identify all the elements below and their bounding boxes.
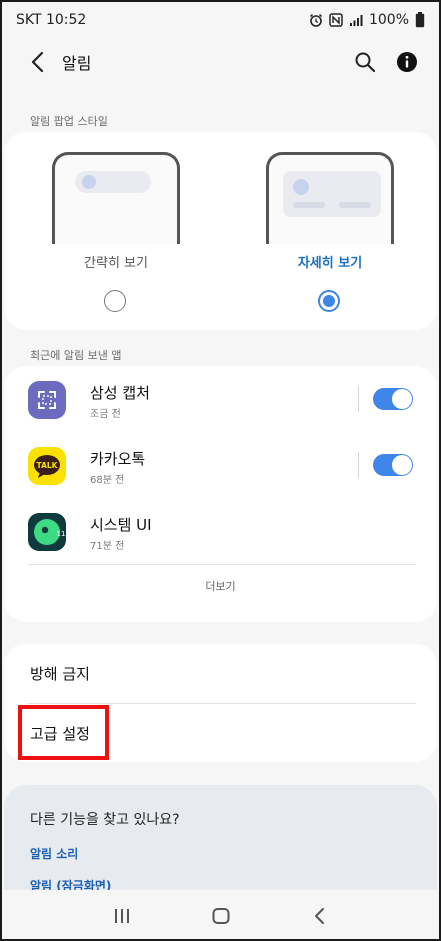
popup-style-card: 간략히 보기 자세히 보기 — [4, 132, 437, 330]
suggestions-card: 다른 기능을 찾고 있나요? 알림 소리 알림 (잠금화면) — [4, 785, 437, 893]
phone-screen: SKT 10:52 100% 알림 알림 팝업 스타일 간략히 보기 자세히 보… — [0, 0, 441, 941]
nfc-icon — [329, 13, 343, 27]
app-name: 삼성 캡처 — [90, 384, 150, 402]
carrier-time: SKT 10:52 — [16, 12, 87, 28]
preview-dot — [82, 175, 96, 189]
alarm-icon — [309, 13, 323, 27]
battery-percent: 100% — [368, 12, 409, 28]
page-title: 알림 — [62, 54, 92, 73]
do-not-disturb-item[interactable]: 방해 금지 — [4, 644, 437, 702]
samsung-capture-icon — [28, 381, 66, 419]
kakaotalk-icon: TALK — [28, 447, 66, 485]
toggle-divider — [358, 452, 359, 478]
app-name: 카카오톡 — [90, 450, 146, 468]
detail-style-preview[interactable] — [266, 152, 394, 244]
recent-apps-section-label: 최근에 알림 보낸 앱 — [30, 349, 122, 362]
samsung-capture-toggle[interactable] — [373, 388, 413, 410]
settings-card: 방해 금지 고급 설정 — [4, 644, 437, 762]
toggle-divider — [358, 386, 359, 412]
nav-back-button[interactable] — [300, 896, 340, 936]
home-icon — [212, 907, 229, 924]
more-button[interactable]: 더보기 — [4, 578, 437, 594]
app-row-samsung-capture[interactable]: 삼성 캡처 조금 전 — [4, 366, 437, 432]
app-time: 71분 전 — [90, 541, 125, 552]
suggestions-title: 다른 기능을 찾고 있나요? — [30, 812, 180, 828]
detail-style-radio[interactable] — [318, 290, 340, 312]
app-row-kakaotalk[interactable]: TALK 카카오톡 68분 전 — [4, 432, 437, 498]
brief-preview-pill — [75, 171, 151, 193]
divider — [28, 564, 416, 565]
status-bar: SKT 10:52 100% — [2, 2, 439, 38]
popup-style-section-label: 알림 팝업 스타일 — [30, 115, 108, 128]
preview-line — [339, 202, 371, 208]
advanced-settings-item[interactable]: 고급 설정 — [4, 704, 437, 762]
search-icon — [355, 52, 376, 73]
notification-sound-link[interactable]: 알림 소리 — [30, 845, 78, 862]
preview-dot — [293, 179, 309, 195]
app-row-system-ui[interactable]: 11 시스템 UI 71분 전 — [4, 498, 437, 564]
info-button[interactable] — [389, 44, 425, 80]
brief-style-label: 간략히 보기 — [84, 256, 148, 271]
recent-apps-button[interactable] — [102, 896, 142, 936]
system-ui-icon: 11 — [28, 513, 66, 551]
search-button[interactable] — [347, 44, 383, 80]
preview-line — [293, 202, 325, 208]
kakaotalk-toggle[interactable] — [373, 454, 413, 476]
home-button[interactable] — [201, 896, 241, 936]
battery-icon — [415, 12, 425, 28]
detail-style-label: 자세히 보기 — [297, 256, 363, 271]
detail-preview-box — [283, 171, 381, 217]
back-icon — [31, 51, 44, 73]
brief-style-preview[interactable] — [52, 152, 180, 244]
app-name: 시스템 UI — [90, 516, 152, 534]
navigation-bar — [2, 890, 439, 939]
recent-apps-icon — [114, 908, 129, 923]
info-icon — [397, 52, 417, 72]
app-bar: 알림 — [2, 42, 439, 82]
back-button[interactable] — [18, 42, 58, 82]
brief-style-radio[interactable] — [104, 290, 126, 312]
system-ui-icon-text: 11 — [57, 530, 66, 538]
kakaotalk-icon-text: TALK — [37, 461, 59, 470]
recent-apps-card: 삼성 캡처 조금 전 TALK 카카오톡 68분 전 11 시스템 UI 71분… — [4, 366, 437, 622]
do-not-disturb-label: 방해 금지 — [30, 665, 90, 683]
back-icon — [314, 907, 324, 924]
status-icons: 100% — [309, 12, 425, 28]
signal-icon — [349, 14, 363, 27]
advanced-settings-label: 고급 설정 — [30, 725, 90, 743]
app-time: 조금 전 — [90, 409, 121, 420]
app-time: 68분 전 — [90, 475, 125, 486]
